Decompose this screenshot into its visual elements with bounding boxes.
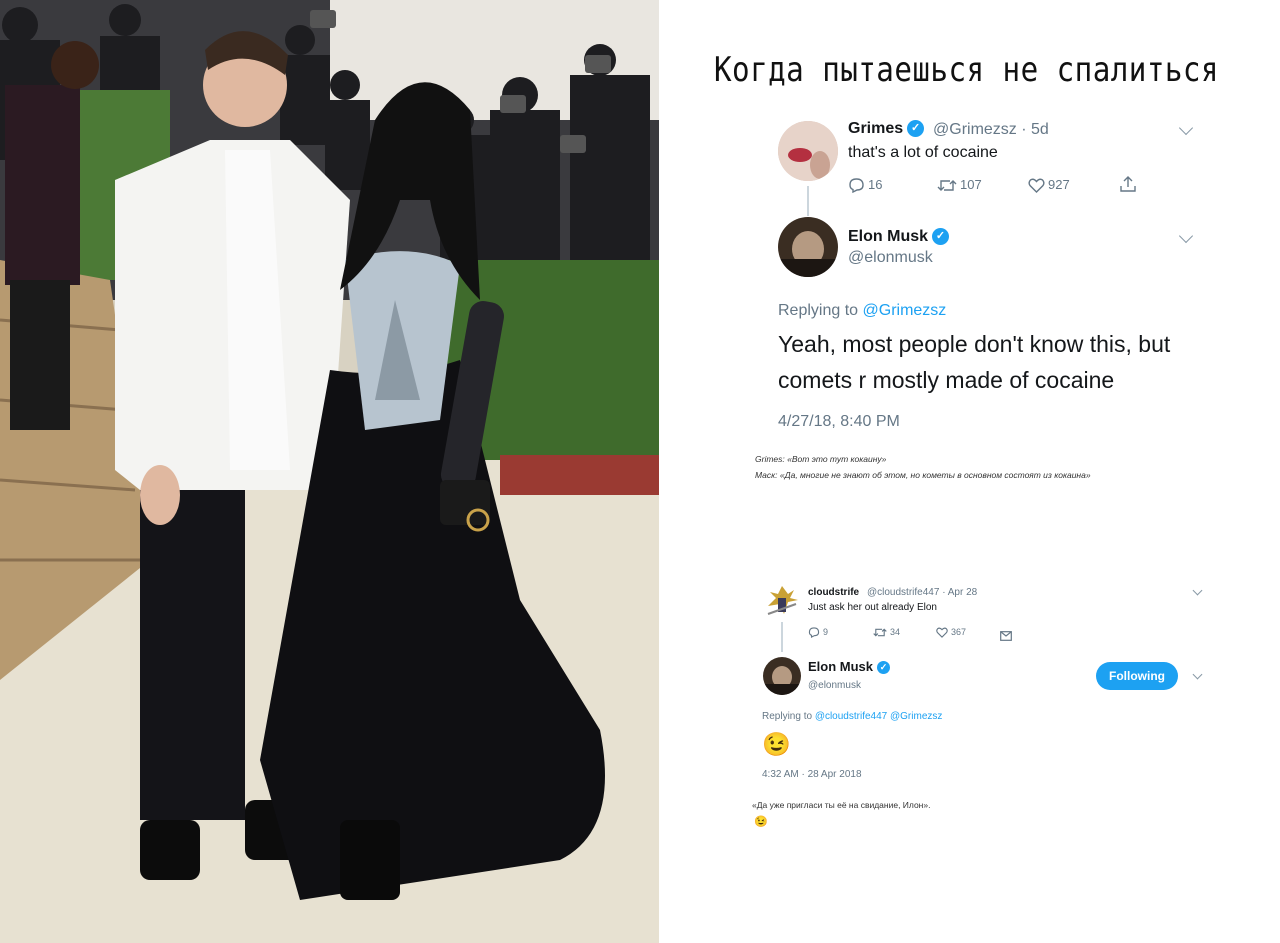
verified-icon: ✓ xyxy=(932,228,950,246)
following-button[interactable]: Following xyxy=(1096,662,1178,690)
tweet-time[interactable]: · Apr 28 xyxy=(942,587,977,598)
replying-prefix: Replying to xyxy=(778,302,859,319)
share-button[interactable] xyxy=(1119,176,1140,193)
avatar[interactable] xyxy=(778,121,838,181)
tweet-author-handle[interactable]: @elonmusk xyxy=(808,680,861,691)
tweet-text-line1: Yeah, most people don't know this, but xyxy=(778,331,1171,357)
tweet-time[interactable]: · 5d xyxy=(1021,121,1049,138)
author-name-text[interactable]: Elon Musk xyxy=(848,228,928,245)
heart-icon xyxy=(936,627,948,639)
translation-caption-1-line1: Grimes: «Вот это тут кокаину» xyxy=(755,454,887,464)
author-name-text[interactable]: Elon Musk xyxy=(808,659,873,674)
translation-caption-2-emoji: 😉 xyxy=(754,816,768,828)
envelope-icon xyxy=(1000,630,1012,641)
reply-icon xyxy=(849,178,864,194)
replying-prefix: Replying to xyxy=(762,711,813,722)
heart-icon xyxy=(1028,178,1045,194)
retweet-button[interactable]: 107 xyxy=(937,177,982,193)
direct-message-button[interactable] xyxy=(1000,627,1015,642)
thread-line xyxy=(807,186,809,216)
handle-text[interactable]: @cloudstrife447 xyxy=(867,587,939,598)
retweet-icon xyxy=(873,628,887,637)
reply-button[interactable]: 9 xyxy=(808,627,829,639)
tweet-text: that's a lot of cocaine xyxy=(848,144,998,161)
replying-to: Replying to @cloudstrife447 @Grimezsz xyxy=(762,711,942,722)
share-icon xyxy=(1120,176,1136,192)
avatar[interactable] xyxy=(763,657,801,695)
tweet-emoji: 😉 xyxy=(762,731,791,757)
reply-button[interactable]: 16 xyxy=(848,177,883,194)
reply-count: 9 xyxy=(823,627,829,637)
tweet-text-line2: comets r mostly made of cocaine xyxy=(778,367,1115,393)
avatar[interactable] xyxy=(764,584,800,620)
reply-icon xyxy=(808,627,820,639)
like-count: 927 xyxy=(1048,177,1070,192)
retweet-icon xyxy=(937,180,957,192)
red-carpet-photo xyxy=(0,0,659,943)
tweet-author-handle[interactable]: @elonmusk xyxy=(848,249,933,267)
retweet-count: 34 xyxy=(890,627,901,637)
reply-count: 16 xyxy=(868,177,883,192)
photo-illustration xyxy=(0,0,659,943)
tweet-author-name[interactable]: cloudstrife xyxy=(808,587,859,598)
author-name-text[interactable]: Grimes xyxy=(848,120,903,137)
tweet-author-name: Elon Musk ✓ xyxy=(848,228,950,246)
cloud-character-avatar xyxy=(767,586,798,615)
tweet-author-handle: @Grimezsz · 5d xyxy=(933,121,1049,139)
meme-title: Когда пытаешься не спалиться xyxy=(714,50,1219,90)
translation-caption-2-line1: «Да уже пригласи ты её на свидание, Илон… xyxy=(752,800,931,810)
tweet-author-handle: @cloudstrife447 · Apr 28 xyxy=(867,587,977,598)
tweet-text: Just ask her out already Elon xyxy=(808,602,937,613)
replying-to-link[interactable]: @cloudstrife447 @Grimezsz xyxy=(815,711,943,722)
like-button[interactable]: 927 xyxy=(1028,177,1070,194)
retweet-button[interactable]: 34 xyxy=(873,627,900,638)
tweet-timestamp[interactable]: 4/27/18, 8:40 PM xyxy=(778,413,900,431)
like-button[interactable]: 367 xyxy=(936,627,967,639)
verified-icon: ✓ xyxy=(877,661,891,675)
tweet-author-name: Grimes ✓ xyxy=(848,120,925,138)
retweet-count: 107 xyxy=(960,177,982,192)
handle-text[interactable]: @Grimezsz xyxy=(933,121,1017,138)
avatar[interactable] xyxy=(778,217,838,277)
tweet-author-name: Elon Musk ✓ xyxy=(808,659,891,675)
thread-line xyxy=(781,622,783,652)
replying-to: Replying to @Grimezsz xyxy=(778,302,946,320)
tweet-timestamp[interactable]: 4:32 AM · 28 Apr 2018 xyxy=(762,769,862,780)
replying-to-link[interactable]: @Grimezsz xyxy=(863,302,947,319)
translation-caption-1-line2: Маск: «Да, многие не знают об этом, но к… xyxy=(755,470,1091,480)
verified-icon: ✓ xyxy=(907,120,925,138)
like-count: 367 xyxy=(951,627,967,637)
